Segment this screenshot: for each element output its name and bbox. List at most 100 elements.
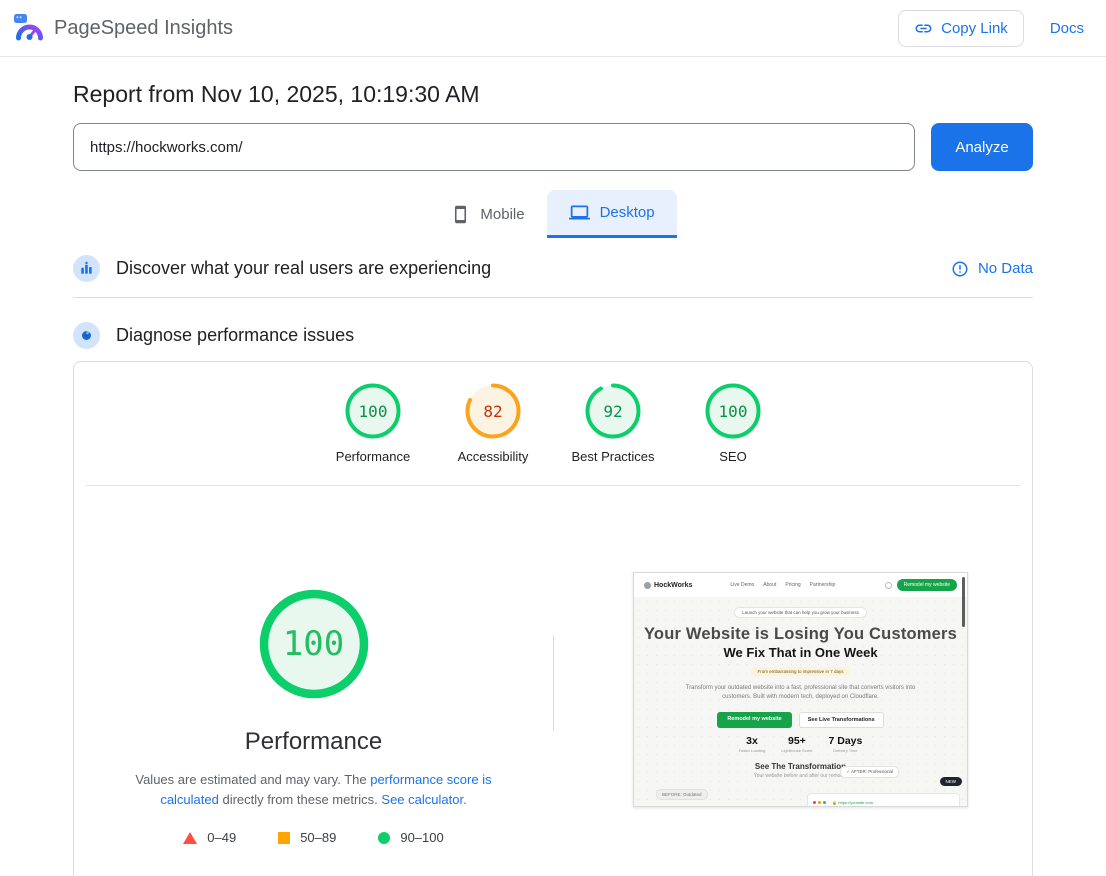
app-header: PageSpeed Insights Copy Link Docs <box>0 0 1106 57</box>
thumb-stat-delivery: 7 Days Delivery Time <box>828 735 862 753</box>
thumb-top-badge: Launch your website that can help you gr… <box>734 607 867 618</box>
gauge-column: 100 Performance Values are estimated and… <box>74 486 553 845</box>
no-data-status[interactable]: No Data <box>951 260 1033 278</box>
average-square-icon <box>278 832 290 844</box>
thumb-description: Transform your outdated website into a f… <box>678 684 923 703</box>
thumb-site-nav: Live Demo About Pricing Partnership <box>730 582 835 588</box>
thumb-mid-badge: From embarrassing to impressive in 7 day… <box>751 667 849 676</box>
main-gauge-label: Performance <box>245 728 382 756</box>
tab-desktop-label: Desktop <box>600 204 655 221</box>
thumb-scrollbar[interactable] <box>962 577 965 627</box>
thumb-browser-dot-red <box>813 801 816 804</box>
best-practices-score-gauge: 92 <box>585 383 641 439</box>
diagnose-icon <box>73 322 100 349</box>
thumb-browser-dot-yellow <box>818 801 821 804</box>
smartphone-icon <box>451 205 470 224</box>
thumb-stat-delivery-value: 7 Days <box>828 735 862 747</box>
accessibility-score-gauge: 82 <box>465 383 521 439</box>
thumb-hero: Launch your website that can help you gr… <box>634 597 967 807</box>
screenshot-column: HockWorks Live Demo About Pricing Partne… <box>553 486 1032 845</box>
info-icon <box>951 260 969 278</box>
best-practices-score-label: Best Practices <box>553 449 673 464</box>
vertical-divider <box>553 635 554 731</box>
performance-detail-section: 100 Performance Values are estimated and… <box>74 486 1032 845</box>
url-row: Analyze <box>73 123 1033 171</box>
real-users-icon <box>73 255 100 282</box>
thumb-new-badge: NEW <box>940 777 963 786</box>
field-section-title: Discover what your real users are experi… <box>116 258 491 279</box>
legend-item-fail: 0–49 <box>183 830 236 845</box>
thumb-nav-live-demo: Live Demo <box>730 582 754 588</box>
best-practices-score-value: 92 <box>585 383 641 439</box>
tab-desktop[interactable]: Desktop <box>547 190 677 238</box>
thumb-before-badge: BEFORE: Outdated <box>656 789 708 800</box>
copy-link-label: Copy Link <box>941 20 1008 37</box>
thumb-stat-speed-label: Faster Loading <box>739 748 766 753</box>
thumb-logo-icon <box>644 582 651 589</box>
thumb-stat-lighthouse-value: 95+ <box>781 735 812 747</box>
seo-score-gauge: 100 <box>705 383 761 439</box>
url-input[interactable] <box>73 123 915 171</box>
tab-mobile-label: Mobile <box>480 206 524 223</box>
legend-item-average: 50–89 <box>278 830 336 845</box>
seo-score-label: SEO <box>673 449 793 464</box>
thumb-nav-pricing: Pricing <box>785 582 800 588</box>
thumb-stats-row: 3x Faster Loading 95+ Lighthouse Score 7… <box>634 735 967 753</box>
thumb-nav-partnership: Partnership <box>810 582 836 588</box>
link-icon <box>914 19 933 38</box>
thumb-nav-about: About <box>763 582 776 588</box>
tab-mobile[interactable]: Mobile <box>429 190 546 238</box>
performance-score-value: 100 <box>345 383 401 439</box>
seo-score-value: 100 <box>705 383 761 439</box>
analyze-button[interactable]: Analyze <box>931 123 1033 171</box>
category-scores-row: 100 Performance 82 Accessibility <box>74 383 1032 464</box>
thumb-stat-lighthouse-label: Lighthouse Score <box>781 748 812 753</box>
performance-score-label: Performance <box>313 449 433 464</box>
thumb-after-badge: ✓ AFTER: Professional <box>840 766 899 778</box>
thumb-cta-primary: Remodel my website <box>717 712 791 728</box>
thumb-after-badge-label: AFTER: Professional <box>851 769 893 774</box>
accessibility-score-label: Accessibility <box>433 449 553 464</box>
thumb-header-cta: Remodel my website <box>897 579 957 591</box>
thumb-section-subtitle: Your website before and after our remode… <box>634 773 967 779</box>
app-title: PageSpeed Insights <box>54 17 233 40</box>
thumb-subheadline: We Fix That in One Week <box>634 645 967 660</box>
results-card: 100 Performance 82 Accessibility <box>73 361 1033 876</box>
main-gauge-value: 100 <box>256 586 372 702</box>
main-content: Report from Nov 10, 2025, 10:19:30 AM An… <box>73 57 1033 876</box>
lab-data-section: Diagnose performance issues <box>73 322 1033 349</box>
thumb-stat-speed: 3x Faster Loading <box>739 735 766 753</box>
see-calculator-link[interactable]: See calculator. <box>381 792 466 807</box>
disclaimer-text-1: Values are estimated and may vary. The <box>135 772 370 787</box>
thumb-browser-dot-green <box>823 801 826 804</box>
thumb-cta-secondary: See Live Transformations <box>799 712 884 728</box>
score-item-accessibility[interactable]: 82 Accessibility <box>433 383 553 464</box>
score-legend: 0–49 50–89 90–100 <box>183 830 443 845</box>
thumb-section-title: See The Transformation <box>634 762 967 771</box>
thumb-header-right: Remodel my website <box>885 579 957 591</box>
thumb-stat-lighthouse: 95+ Lighthouse Score <box>781 735 812 753</box>
thumb-site-logo: HockWorks <box>644 582 692 589</box>
performance-main-gauge: 100 <box>256 586 372 702</box>
thumb-site-name: HockWorks <box>654 582 692 589</box>
page-screenshot-thumbnail: HockWorks Live Demo About Pricing Partne… <box>633 572 968 807</box>
disclaimer-text-2: directly from these metrics. <box>219 792 382 807</box>
pagespeed-logo-icon[interactable] <box>14 14 44 42</box>
field-data-section: Discover what your real users are experi… <box>73 255 1033 298</box>
lab-section-title: Diagnose performance issues <box>116 325 354 346</box>
score-disclaimer: Values are estimated and may vary. The p… <box>122 770 506 810</box>
performance-score-gauge: 100 <box>345 383 401 439</box>
score-item-seo[interactable]: 100 SEO <box>673 383 793 464</box>
copy-link-button[interactable]: Copy Link <box>898 10 1024 47</box>
score-item-performance[interactable]: 100 Performance <box>313 383 433 464</box>
accessibility-score-value: 82 <box>465 383 521 439</box>
thumb-browser-url: 🔒 https://yoursite.com <box>832 800 873 805</box>
thumb-browser-mockup: 🔒 https://yoursite.com <box>807 793 960 807</box>
device-tabs: Mobile Desktop <box>73 190 1033 238</box>
score-item-best-practices[interactable]: 92 Best Practices <box>553 383 673 464</box>
legend-item-pass: 90–100 <box>378 830 443 845</box>
docs-link[interactable]: Docs <box>1050 20 1084 37</box>
legend-average-range: 50–89 <box>300 830 336 845</box>
thumb-stat-speed-value: 3x <box>739 735 766 747</box>
thumb-stat-delivery-label: Delivery Time <box>828 748 862 753</box>
